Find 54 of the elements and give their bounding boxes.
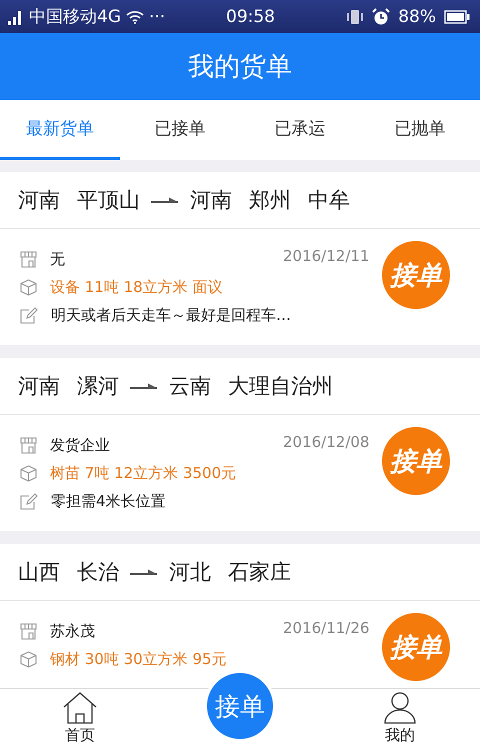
origin-place: 漯河 bbox=[77, 373, 119, 400]
origin-place: 河南 bbox=[18, 373, 60, 400]
person-icon bbox=[383, 692, 417, 724]
origin-place: 平顶山 bbox=[77, 187, 140, 214]
tab[interactable]: 最新货单 bbox=[0, 100, 120, 160]
order-note: 零担需4米长位置 bbox=[51, 492, 166, 510]
destination-place: 郑州 bbox=[249, 187, 291, 214]
vibrate-icon bbox=[346, 8, 364, 26]
page-title: 我的货单 bbox=[188, 51, 292, 84]
destination-place: 河南 bbox=[190, 187, 232, 214]
clock-time: 09:58 bbox=[225, 6, 276, 26]
destination-place: 河北 bbox=[169, 559, 211, 586]
arrow-icon bbox=[151, 197, 179, 203]
order-date: 2016/12/11 bbox=[283, 247, 370, 265]
destination-place: 石家庄 bbox=[228, 559, 291, 586]
box-icon bbox=[20, 650, 37, 668]
home-tab[interactable]: 首页 bbox=[0, 689, 160, 748]
home-icon bbox=[62, 692, 98, 724]
profile-tab[interactable]: 我的 bbox=[320, 689, 480, 748]
cargo-details: 设备 11吨 18立方米 面议 bbox=[50, 278, 222, 296]
edit-icon bbox=[20, 492, 38, 510]
arrow-icon bbox=[130, 569, 158, 575]
box-icon bbox=[20, 278, 37, 296]
battery-level: 88% bbox=[398, 6, 436, 26]
battery-icon bbox=[444, 10, 470, 24]
origin-place: 长治 bbox=[77, 559, 119, 586]
destination-place: 中牟 bbox=[308, 187, 350, 214]
box-icon bbox=[20, 464, 37, 482]
alarm-icon bbox=[372, 8, 390, 26]
cargo-details: 钢材 30吨 30立方米 95元 bbox=[50, 650, 227, 668]
storefront-icon bbox=[20, 622, 37, 640]
order-note: 明天或者后天走车～最好是回程车… bbox=[51, 306, 291, 324]
destination-place: 大理自治州 bbox=[228, 373, 333, 400]
shipper-name: 苏永茂 bbox=[50, 622, 95, 640]
tab[interactable]: 已抛单 bbox=[360, 100, 480, 160]
more-indicator: ··· bbox=[149, 6, 166, 26]
order-date: 2016/11/26 bbox=[283, 619, 370, 637]
carrier-name: 中国移动4G bbox=[29, 6, 121, 28]
storefront-icon bbox=[20, 250, 37, 268]
shipper-name: 发货企业 bbox=[50, 436, 110, 454]
shipper-name: 无 bbox=[50, 250, 65, 268]
cargo-details: 树苗 7吨 12立方米 3500元 bbox=[50, 464, 236, 482]
storefront-icon bbox=[20, 436, 37, 454]
order-date: 2016/12/08 bbox=[283, 433, 370, 451]
tab[interactable]: 已承运 bbox=[240, 100, 360, 160]
edit-icon bbox=[20, 306, 38, 324]
origin-place: 河南 bbox=[18, 187, 60, 214]
tab[interactable]: 已接单 bbox=[120, 100, 240, 160]
origin-place: 山西 bbox=[18, 559, 60, 586]
signal-icon bbox=[8, 8, 24, 24]
wifi-icon bbox=[126, 10, 144, 24]
destination-place: 云南 bbox=[169, 373, 211, 400]
arrow-icon bbox=[130, 383, 158, 389]
accept-order-button[interactable]: 接单 bbox=[207, 673, 273, 739]
